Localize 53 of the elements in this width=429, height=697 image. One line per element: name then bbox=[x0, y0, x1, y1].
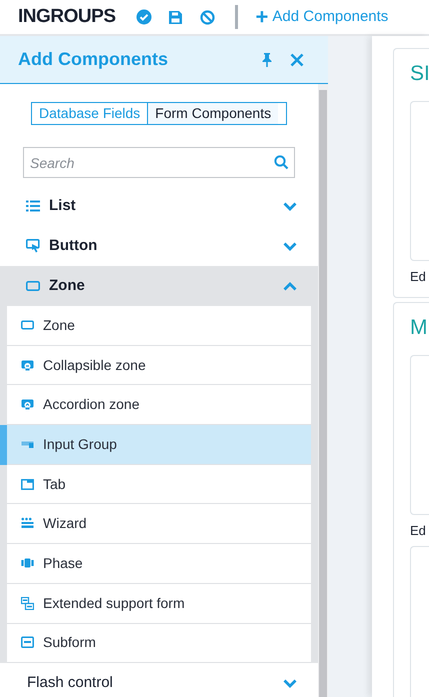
component-item[interactable]: Subform bbox=[7, 624, 311, 664]
pin-icon[interactable] bbox=[262, 52, 272, 66]
search-icon[interactable] bbox=[274, 155, 289, 170]
close-icon[interactable] bbox=[290, 52, 304, 66]
category-header[interactable]: Zone bbox=[0, 266, 318, 306]
tab[interactable]: Form Components bbox=[147, 103, 278, 124]
item-label: Tab bbox=[43, 474, 66, 494]
item-label: Accordion zone bbox=[43, 395, 140, 414]
collapse-zone-icon bbox=[21, 358, 34, 372]
search-field[interactable]: Search bbox=[23, 147, 295, 178]
button-click-icon bbox=[26, 239, 40, 253]
category-label: Flash control bbox=[27, 672, 114, 693]
tab-icon bbox=[21, 478, 34, 491]
selection-bar bbox=[0, 425, 7, 465]
card-title: M bbox=[410, 314, 428, 340]
chevron-up-icon[interactable] bbox=[283, 282, 297, 290]
chevron-down-icon[interactable] bbox=[283, 678, 297, 688]
category-label: Zone bbox=[49, 276, 86, 296]
component-item[interactable]: Wizard bbox=[7, 504, 311, 544]
chevron-down-icon[interactable] bbox=[283, 242, 297, 250]
item-label: Zone bbox=[43, 316, 75, 335]
component-item[interactable]: Input Group bbox=[7, 425, 311, 465]
item-label: Input Group bbox=[43, 434, 117, 454]
list-icon bbox=[26, 200, 40, 212]
item-label: Extended support form bbox=[43, 594, 185, 613]
item-label: Collapsible zone bbox=[43, 356, 146, 375]
wizard-icon bbox=[21, 517, 34, 530]
form-layout-icon bbox=[21, 596, 34, 610]
component-item[interactable]: Accordion zone bbox=[7, 385, 311, 426]
app-title: INGROUPS bbox=[18, 4, 116, 29]
component-item[interactable]: Phase bbox=[7, 544, 311, 584]
panel-title: Add Components bbox=[18, 48, 169, 71]
phase-icon bbox=[21, 556, 34, 570]
check-circle-icon[interactable] bbox=[136, 9, 152, 25]
subform-icon bbox=[21, 636, 34, 650]
accordion-zone-icon bbox=[21, 398, 34, 412]
component-item[interactable]: Zone bbox=[7, 306, 311, 346]
zone-icon bbox=[26, 281, 40, 291]
component-item[interactable]: Collapsible zone bbox=[7, 346, 311, 386]
category-label: Button bbox=[49, 236, 98, 256]
ban-icon[interactable] bbox=[200, 10, 215, 24]
category-label: List bbox=[49, 196, 77, 216]
chevron-down-icon[interactable] bbox=[283, 202, 297, 210]
item-label: Wizard bbox=[43, 514, 87, 534]
card-caption: Ed bbox=[410, 522, 427, 540]
card-title: SI bbox=[410, 61, 429, 87]
save-icon[interactable] bbox=[168, 10, 183, 24]
zone-icon bbox=[21, 318, 34, 332]
item-label: Subform bbox=[43, 633, 96, 652]
card-caption: Ed bbox=[410, 268, 427, 286]
component-item[interactable]: Tab bbox=[7, 464, 311, 504]
item-label: Phase bbox=[43, 554, 83, 573]
component-item[interactable]: Extended support form bbox=[7, 584, 311, 624]
